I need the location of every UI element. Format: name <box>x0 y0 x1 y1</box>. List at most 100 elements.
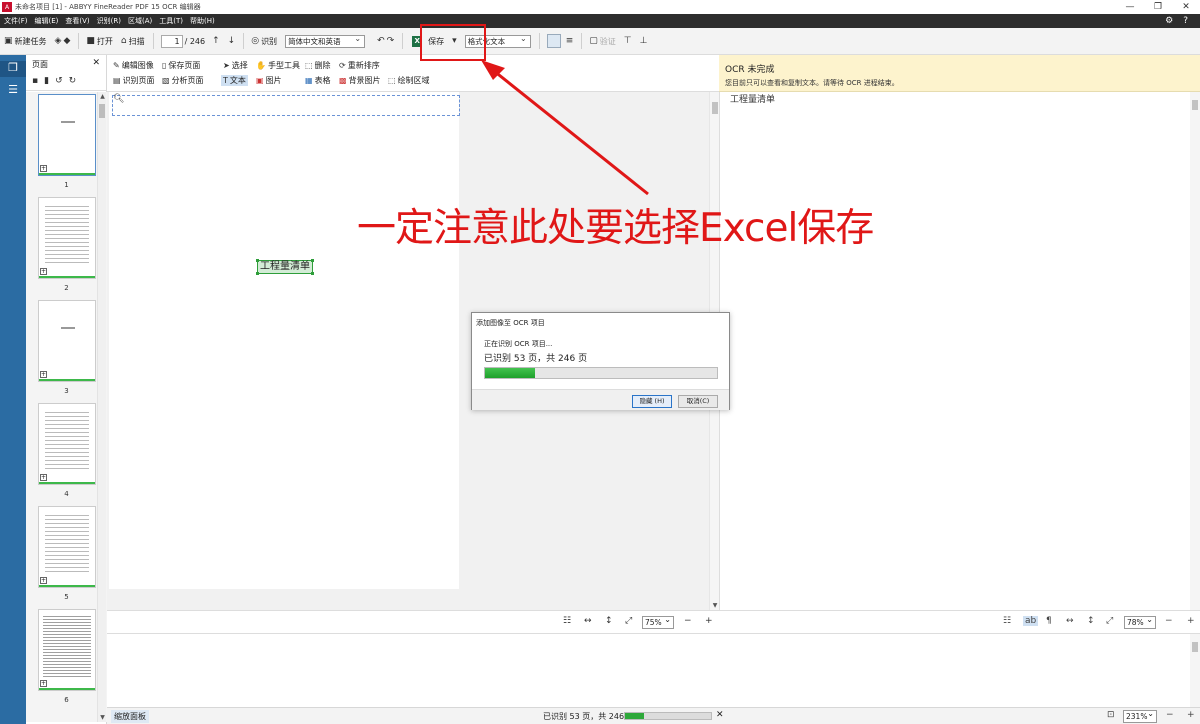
resize-handle[interactable] <box>311 259 314 262</box>
language-select[interactable]: 简体中文和英语 <box>285 33 366 48</box>
image-zoom-select[interactable]: 75% <box>642 614 674 629</box>
scroll-thumb[interactable] <box>99 104 105 118</box>
undo-icon[interactable]: ↶ <box>377 36 385 46</box>
trash-icon[interactable]: ▮ <box>44 76 49 86</box>
hide-button[interactable]: 隐藏 (H) <box>632 395 672 408</box>
expand-icon[interactable]: + <box>40 165 47 172</box>
expand-icon[interactable]: + <box>40 577 47 584</box>
highlight-icon[interactable]: ab <box>1023 616 1039 626</box>
text-scrollbar[interactable] <box>1190 92 1200 610</box>
open-button[interactable]: ■ 打开 <box>86 36 113 47</box>
layout-icon[interactable]: ☷ <box>1003 616 1011 626</box>
reorder-button[interactable]: ⟳ 重新排序 <box>339 60 380 71</box>
resize-handle[interactable] <box>311 272 314 275</box>
help-icon[interactable]: ? <box>1183 16 1188 26</box>
page-thumbnail[interactable]: + <box>38 506 96 588</box>
pages-scrollbar[interactable]: ▲ ▼ <box>97 92 106 722</box>
text-zoom-select[interactable]: 78% <box>1124 614 1156 629</box>
status-zoom-select[interactable]: 231% <box>1123 708 1157 723</box>
fit-icon[interactable]: ⊡ <box>1107 710 1115 720</box>
fit-height-icon[interactable]: ↕ <box>605 616 613 626</box>
list-icon[interactable]: ☰ <box>0 83 26 99</box>
menu-recognize[interactable]: 识别(R) <box>97 16 121 26</box>
zoom-in-icon[interactable]: + <box>705 616 713 626</box>
expand-icon[interactable]: + <box>40 371 47 378</box>
zoom-out-icon[interactable]: − <box>1166 710 1174 720</box>
cancel-progress-icon[interactable]: ✕ <box>716 710 724 720</box>
analyze-page-button[interactable]: ▧ 分析页面 <box>162 75 204 86</box>
page-thumbnail[interactable]: + <box>38 94 96 176</box>
zoom-panel-button[interactable]: 缩放面板 <box>111 710 149 723</box>
fit-page-icon[interactable]: ⤢ <box>625 616 632 626</box>
zoom-in-icon[interactable]: + <box>1187 616 1195 626</box>
recognize-page-button[interactable]: ▤ 识别页面 <box>113 75 155 86</box>
menu-help[interactable]: 帮助(H) <box>190 16 215 26</box>
rotate-left-icon[interactable]: ↺ <box>55 76 63 86</box>
zoom-in-icon[interactable]: + <box>1187 710 1195 720</box>
zoom-out-icon[interactable]: − <box>684 616 692 626</box>
cancel-button[interactable]: 取消(C) <box>678 395 718 408</box>
page-number-input[interactable]: 1 <box>160 34 183 48</box>
close-icon[interactable]: ✕ <box>92 58 100 68</box>
settings-gear-icon[interactable]: ⚙ <box>1165 16 1173 26</box>
page-thumbnail[interactable]: + <box>38 609 96 691</box>
recognized-text-block[interactable]: 工程量清单 <box>256 259 314 275</box>
scroll-thumb[interactable] <box>1192 642 1198 652</box>
scroll-thumb[interactable] <box>1192 100 1198 110</box>
zoom-panel-scrollbar[interactable] <box>1190 634 1200 708</box>
save-page-button[interactable]: ▯ 保存页面 <box>162 60 200 71</box>
scroll-thumb[interactable] <box>712 102 718 114</box>
arrow-up-icon[interactable]: ↑ <box>212 36 220 46</box>
page-thumbnail[interactable]: + <box>38 300 96 382</box>
menu-file[interactable]: 文件(F) <box>4 16 28 26</box>
recognition-area[interactable] <box>112 95 460 116</box>
fit-width-icon[interactable]: ↔ <box>1066 616 1074 626</box>
restore-button[interactable]: ❐ <box>1144 2 1172 12</box>
expand-icon[interactable]: + <box>40 268 47 275</box>
redo-icon[interactable]: ↷ <box>387 36 395 46</box>
menu-area[interactable]: 区域(A) <box>128 16 152 26</box>
delete-area-button[interactable]: ⬚ 删除 <box>305 60 331 71</box>
new-task-button[interactable]: ▣ 新建任务 <box>4 36 47 47</box>
scroll-up-icon[interactable]: ▲ <box>98 93 107 100</box>
edit-image-button[interactable]: ✎ 编辑图像 <box>113 60 154 71</box>
text-area-button[interactable]: T 文本 <box>221 75 248 86</box>
text-tool-icon[interactable]: ⊤ <box>624 36 632 46</box>
fit-height-icon[interactable]: ↕ <box>1087 616 1095 626</box>
text-tool-alt-icon[interactable]: ⊥ <box>640 36 648 46</box>
arrow-down-icon[interactable]: ↓ <box>228 36 236 46</box>
fit-width-icon[interactable]: ↔ <box>584 616 592 626</box>
background-picture-button[interactable]: ▩ 背景图片 <box>339 75 381 86</box>
menu-tools[interactable]: 工具(T) <box>159 16 183 26</box>
menu-edit[interactable]: 编辑(E) <box>35 16 59 26</box>
recognized-text[interactable]: 工程量清单 <box>730 92 775 105</box>
fit-page-icon[interactable]: ⤢ <box>1106 616 1113 626</box>
select-tool-button[interactable]: ➤ 选择 <box>223 60 248 71</box>
hand-tool-button[interactable]: ✋ 手型工具 <box>256 60 300 71</box>
save-icon[interactable]: ▪ <box>32 76 38 86</box>
resize-handle[interactable] <box>256 272 259 275</box>
page-image[interactable]: 🔍︎ 工程量清单 <box>109 92 460 589</box>
scan-button[interactable]: ⌂ 扫描 <box>121 36 145 47</box>
draw-area-button[interactable]: ⬚ 绘制区域 <box>388 75 430 86</box>
expand-icon[interactable]: + <box>40 474 47 481</box>
resize-handle[interactable] <box>256 259 259 262</box>
page-thumbnail[interactable]: + <box>38 403 96 485</box>
image-view-icon[interactable] <box>546 34 561 48</box>
minimize-button[interactable]: — <box>1116 2 1144 12</box>
pilcrow-icon[interactable]: ¶ <box>1046 616 1052 626</box>
picture-area-button[interactable]: ▣ 图片 <box>256 75 282 86</box>
recognize-button[interactable]: ◎ 识别 <box>251 36 277 47</box>
rotate-right-icon[interactable]: ↻ <box>69 76 77 86</box>
expand-icon[interactable]: + <box>40 680 47 687</box>
layers-button[interactable]: ◈ ◆ <box>55 36 71 46</box>
menu-view[interactable]: 查看(V) <box>65 16 89 26</box>
pages-panel-icon[interactable]: ❐ <box>0 61 26 77</box>
verify-button[interactable]: ▢ 验证 <box>589 36 616 47</box>
scroll-down-icon[interactable]: ▼ <box>98 714 107 721</box>
zoom-out-icon[interactable]: − <box>1165 616 1173 626</box>
close-window-button[interactable]: ✕ <box>1172 2 1200 12</box>
text-view-icon[interactable]: ≡ <box>566 36 574 46</box>
thumbnail-list[interactable]: + 1 + 2 + 3 + 4 + 5 + 6 <box>26 92 107 722</box>
page-thumbnail[interactable]: + <box>38 197 96 279</box>
